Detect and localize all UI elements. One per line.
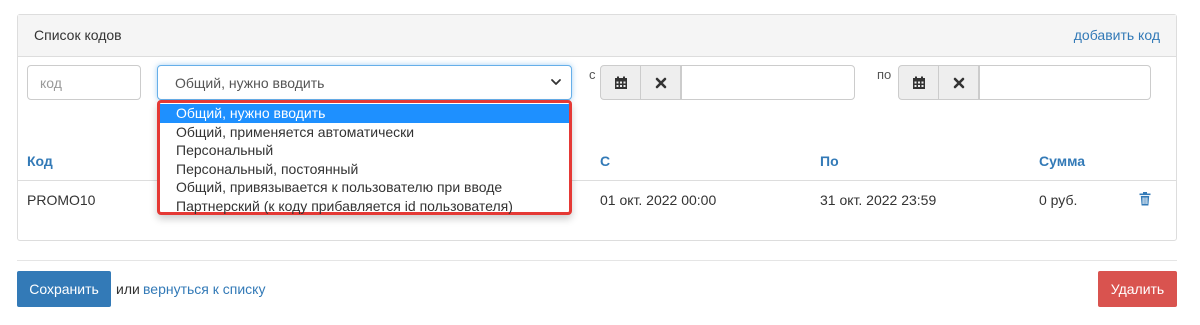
- date-from-input[interactable]: [681, 65, 855, 100]
- date-from-clear-button[interactable]: [640, 65, 681, 100]
- code-type-select-value: Общий, нужно вводить: [175, 75, 325, 91]
- dropdown-option-personal-permanent[interactable]: Персональный, постоянный: [160, 160, 569, 179]
- close-icon: [953, 77, 964, 88]
- close-icon: [655, 77, 666, 88]
- save-button[interactable]: Сохранить: [17, 271, 111, 307]
- code-type-dropdown: Общий, нужно вводить Общий, применяется …: [157, 100, 572, 215]
- row-code: PROMO10: [27, 192, 96, 208]
- date-from-calendar-button[interactable]: [600, 65, 641, 100]
- delete-button[interactable]: Удалить: [1098, 271, 1177, 307]
- add-code-link[interactable]: добавить код: [1074, 27, 1160, 43]
- back-to-list-link[interactable]: вернуться к списку: [143, 281, 265, 297]
- calendar-icon: [614, 76, 627, 89]
- row-sum: 0 руб.: [1039, 192, 1078, 208]
- row-date-from: 01 окт. 2022 00:00: [600, 192, 717, 208]
- date-to-clear-button[interactable]: [938, 65, 979, 100]
- dropdown-option-common-bound-to-user[interactable]: Общий, привязывается к пользователю при …: [160, 178, 569, 197]
- column-header-sum[interactable]: Сумма: [1039, 153, 1085, 169]
- trash-icon[interactable]: [1139, 192, 1151, 206]
- row-date-to: 31 окт. 2022 23:59: [820, 192, 937, 208]
- footer-divider: [17, 260, 1177, 261]
- code-type-select[interactable]: Общий, нужно вводить: [157, 65, 572, 100]
- date-to-label: по: [877, 67, 892, 82]
- dropdown-option-partner[interactable]: Партнерский (к коду прибавляется id поль…: [160, 197, 569, 216]
- chevron-down-icon: [551, 79, 561, 85]
- or-text: или: [116, 281, 140, 297]
- dropdown-option-common-input[interactable]: Общий, нужно вводить: [160, 104, 569, 123]
- date-to-calendar-button[interactable]: [898, 65, 939, 100]
- calendar-icon: [912, 76, 925, 89]
- dropdown-option-personal[interactable]: Персональный: [160, 141, 569, 160]
- column-header-code[interactable]: Код: [27, 153, 53, 169]
- dropdown-option-common-auto[interactable]: Общий, применяется автоматически: [160, 123, 569, 142]
- panel-title: Список кодов: [34, 27, 122, 43]
- date-from-label: с: [589, 67, 596, 82]
- date-to-input[interactable]: [979, 65, 1151, 100]
- column-header-to[interactable]: По: [820, 153, 839, 169]
- code-input[interactable]: [27, 65, 141, 100]
- panel-header: Список кодов добавить код: [18, 15, 1176, 57]
- column-header-from[interactable]: С: [600, 153, 610, 169]
